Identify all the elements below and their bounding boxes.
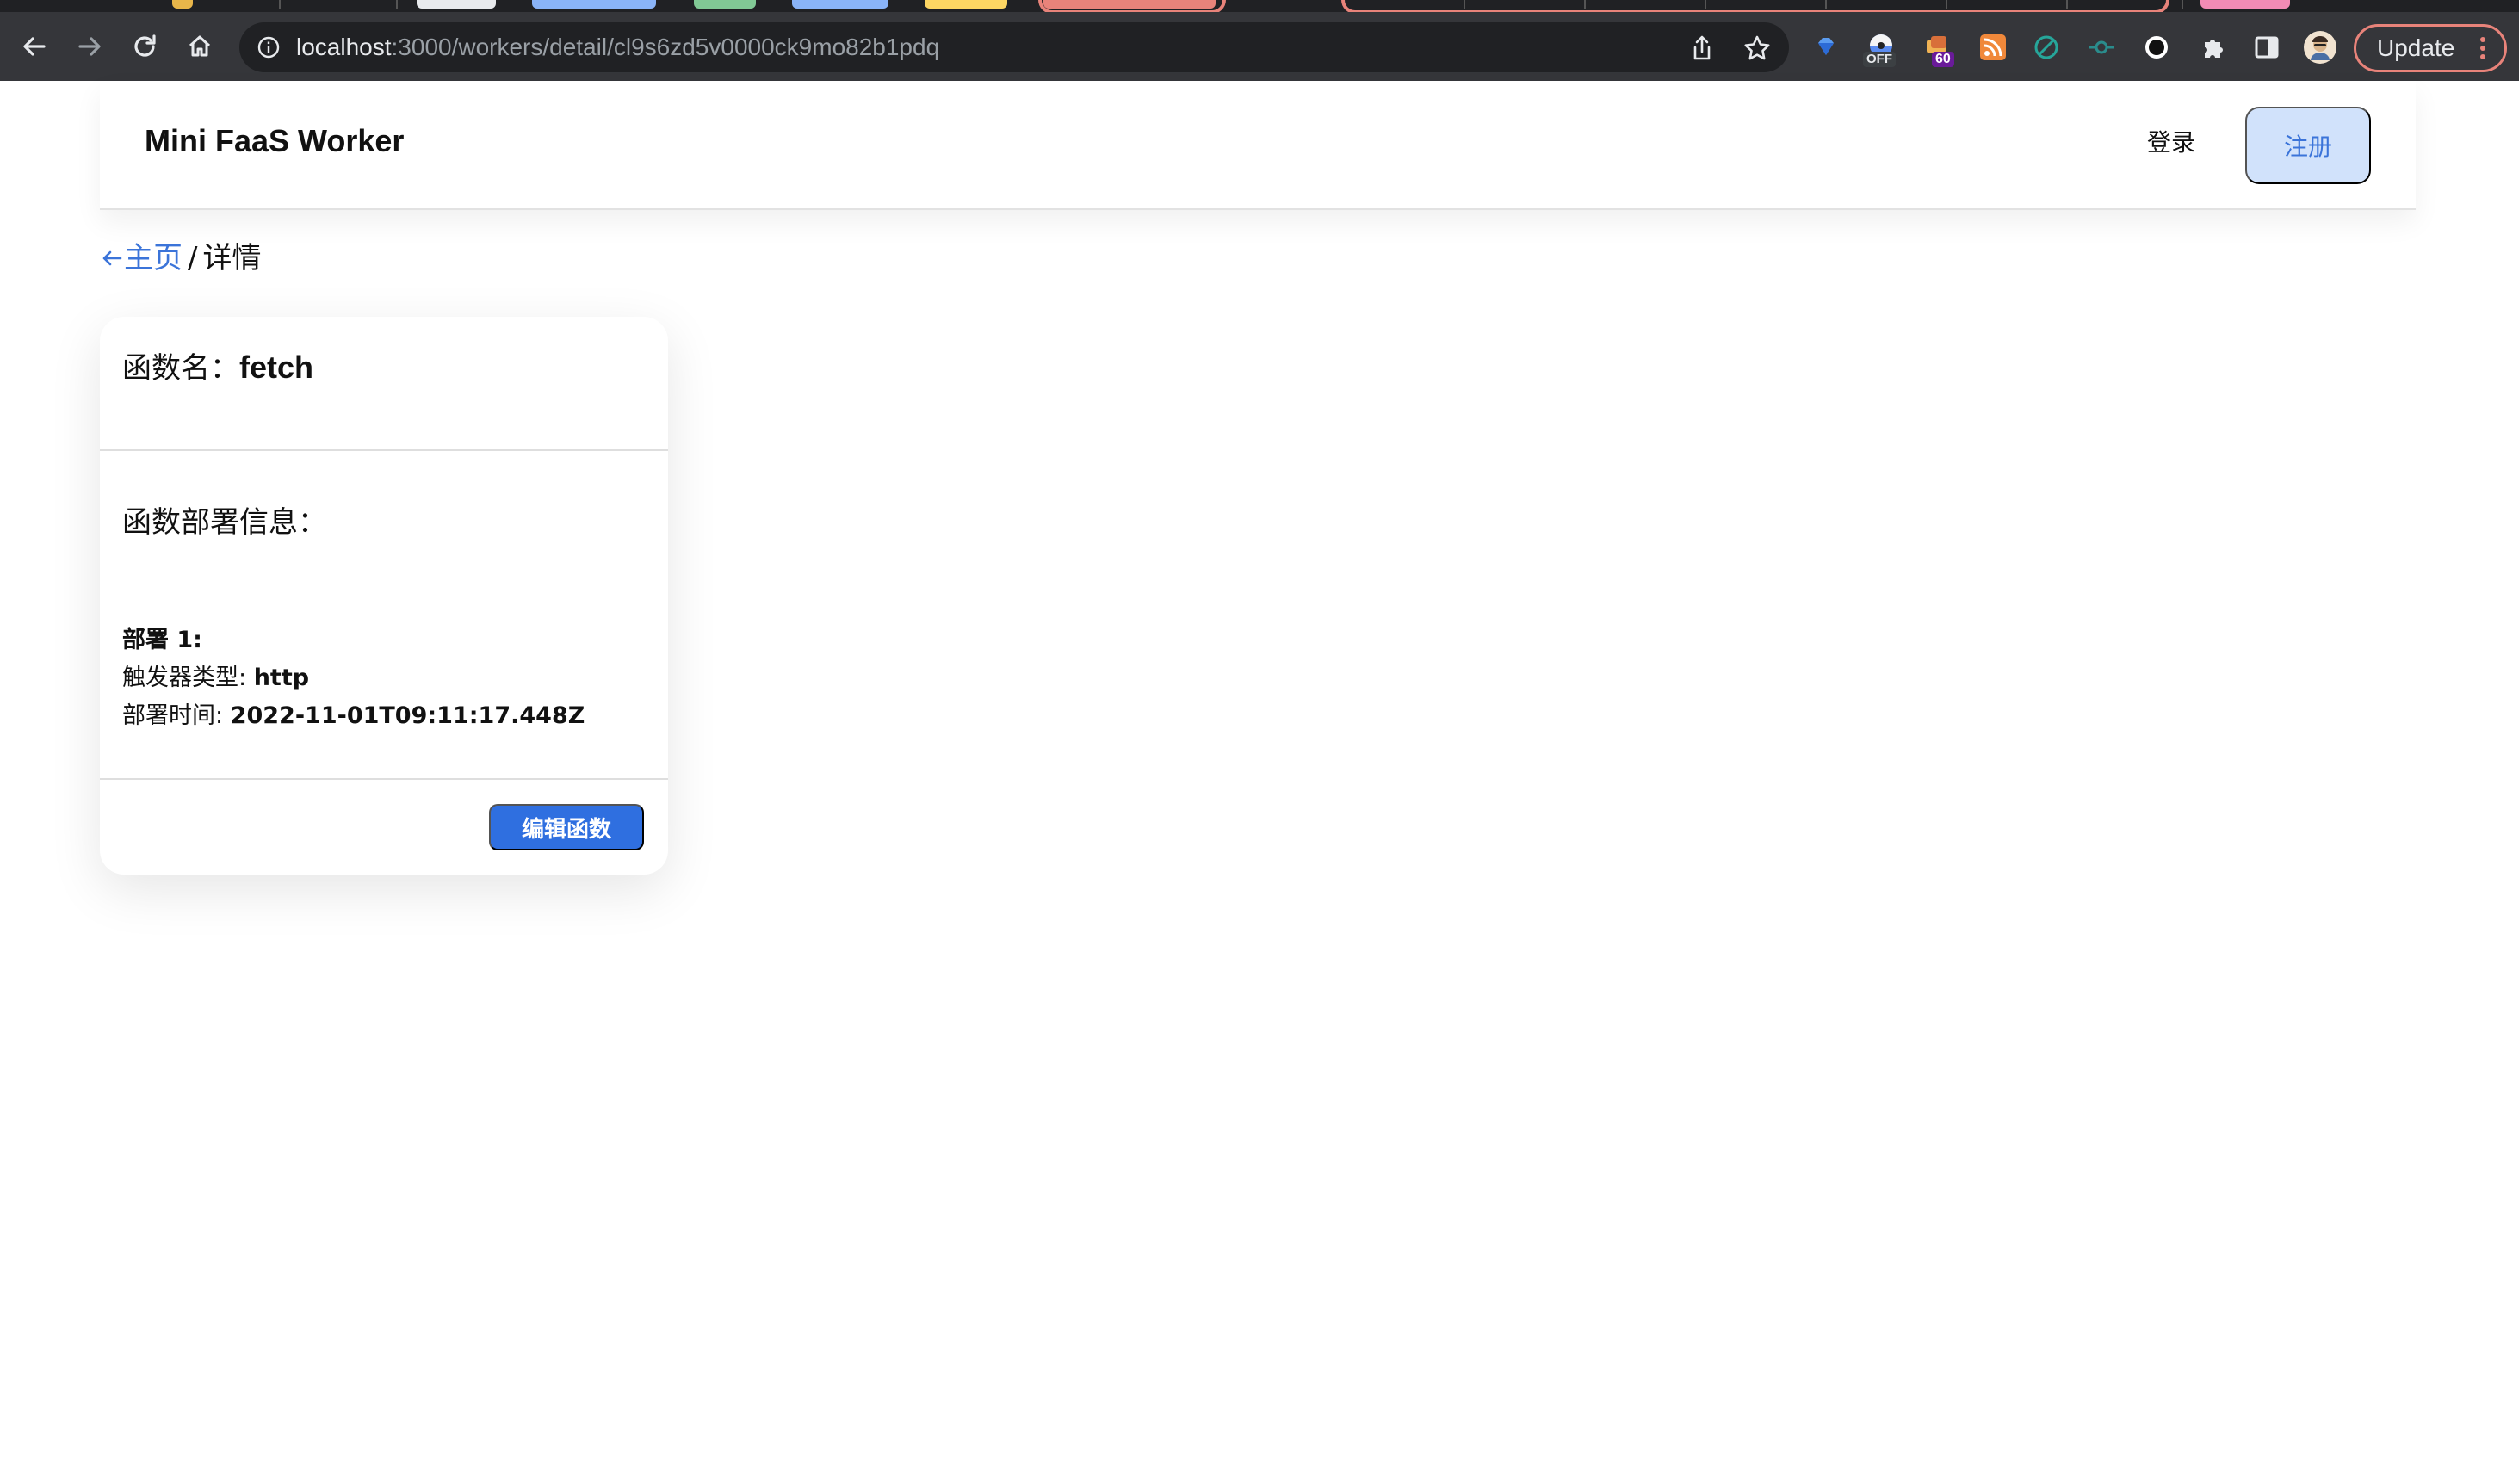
function-name-row: 函数名：fetch <box>122 349 313 386</box>
extensions-puzzle-icon[interactable] <box>2197 31 2230 64</box>
url-path: :3000/workers/detail/cl9s6zd5v0000ck9mo8… <box>391 34 940 60</box>
arrow-left-icon <box>102 250 122 266</box>
browser-tab[interactable] <box>172 0 193 9</box>
extension-leaf-icon[interactable] <box>2030 31 2063 64</box>
tab-strip <box>0 0 2519 14</box>
reload-button[interactable] <box>126 28 164 65</box>
brand-title[interactable]: Mini FaaS Worker <box>145 124 404 158</box>
deploy-time-value: 2022-11-01T09:11:17.448Z <box>230 702 585 729</box>
trigger-type-label: 触发器类型: <box>122 665 254 691</box>
extension-tabs-icon[interactable]: 60 <box>1922 31 1954 67</box>
extension-off-icon[interactable]: OFF <box>1863 31 1897 67</box>
edit-function-button[interactable]: 编辑函数 <box>489 804 644 850</box>
reload-icon <box>134 34 156 57</box>
browser-chrome: localhost:3000/workers/detail/cl9s6zd5v0… <box>0 0 2519 81</box>
breadcrumb-separator: / <box>188 241 198 275</box>
extension-count-badge: 60 <box>1932 52 1954 67</box>
forward-button[interactable] <box>71 28 108 65</box>
tab-separator <box>1464 0 1465 9</box>
browser-tab[interactable] <box>2200 0 2290 9</box>
tab-separator <box>2066 0 2068 9</box>
function-name-label: 函数名： <box>122 351 239 386</box>
breadcrumb-home-label: 主页 <box>124 241 183 275</box>
share-icon[interactable] <box>1687 34 1717 63</box>
profile-avatar[interactable] <box>2304 31 2336 64</box>
breadcrumb-current: 详情 <box>202 241 262 275</box>
deploy-time-label: 部署时间: <box>122 702 231 729</box>
breadcrumb-home-link[interactable]: 主页 <box>100 241 183 275</box>
browser-tab[interactable] <box>417 0 496 9</box>
arrow-right-icon <box>78 37 101 56</box>
app-header: Mini FaaS Worker 登录 注册 <box>100 81 2416 210</box>
update-button[interactable]: Update <box>2354 24 2507 72</box>
breadcrumb: 主页 / 详情 <box>100 241 261 275</box>
deploy-section-title: 函数部署信息： <box>122 505 327 540</box>
function-detail-card: 函数名：fetch 函数部署信息： 部署 1: 触发器类型: http 部署时间… <box>100 317 668 875</box>
back-button[interactable] <box>15 28 53 65</box>
card-divider <box>100 778 668 780</box>
extension-gem-icon[interactable] <box>1810 31 1842 64</box>
site-info-icon[interactable] <box>257 35 281 59</box>
browser-tab[interactable] <box>1043 0 1216 9</box>
arrow-left-icon <box>23 37 46 56</box>
extension-off-badge: OFF <box>1863 52 1896 67</box>
tab-separator <box>1946 0 1947 9</box>
tab-separator <box>279 0 281 9</box>
extension-record-icon[interactable] <box>2140 31 2173 64</box>
url-host: localhost <box>296 34 392 60</box>
rss-icon[interactable] <box>1977 31 2009 64</box>
tab-separator <box>396 0 398 9</box>
tab-separator <box>1705 0 1706 9</box>
more-menu-icon <box>2480 37 2485 59</box>
login-link[interactable]: 登录 <box>2147 129 2195 157</box>
update-label: Update <box>2377 34 2455 61</box>
card-divider <box>100 449 668 451</box>
tab-separator <box>1584 0 1586 9</box>
tab-separator <box>1825 0 1827 9</box>
deployment-item: 部署 1: 触发器类型: http 部署时间: 2022-11-01T09:11… <box>122 621 585 735</box>
url-text[interactable]: localhost:3000/workers/detail/cl9s6zd5v0… <box>296 34 939 60</box>
register-button[interactable]: 注册 <box>2245 107 2371 184</box>
tab-separator <box>2182 0 2183 9</box>
home-icon <box>189 35 211 57</box>
browser-toolbar: localhost:3000/workers/detail/cl9s6zd5v0… <box>0 12 2519 81</box>
extension-link-icon[interactable] <box>2085 31 2118 64</box>
home-button[interactable] <box>181 28 219 65</box>
trigger-type-value: http <box>253 665 310 691</box>
browser-tab[interactable] <box>792 0 888 9</box>
browser-tab[interactable] <box>694 0 756 9</box>
bookmark-star-icon[interactable] <box>1742 34 1772 63</box>
address-bar[interactable]: localhost:3000/workers/detail/cl9s6zd5v0… <box>239 22 1789 72</box>
browser-tab[interactable] <box>925 0 1007 9</box>
side-panel-icon[interactable] <box>2250 31 2283 64</box>
function-name-value: fetch <box>239 349 314 385</box>
browser-tab[interactable] <box>532 0 656 9</box>
deployment-title: 部署 1: <box>122 627 202 653</box>
